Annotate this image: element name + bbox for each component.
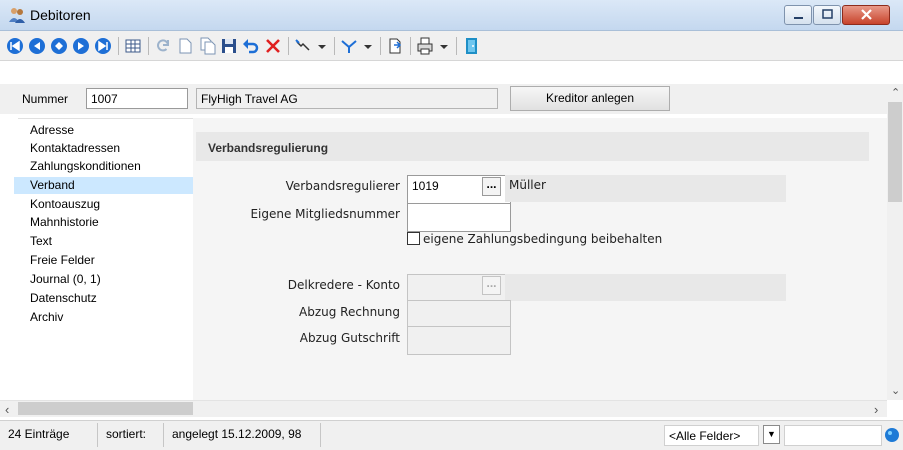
created-info: angelegt 15.12.2009, 98 xyxy=(172,427,302,441)
scroll-right-icon[interactable]: › xyxy=(874,402,878,417)
filter-icon[interactable] xyxy=(339,36,359,56)
mitgliedsnummer-input[interactable] xyxy=(407,203,511,232)
sort-label: sortiert: xyxy=(106,427,147,441)
save-icon[interactable] xyxy=(219,36,239,56)
undo-icon[interactable] xyxy=(241,36,261,56)
vertical-scroll-thumb[interactable] xyxy=(888,102,902,202)
table-view-icon[interactable] xyxy=(123,36,143,56)
window-title: Debitoren xyxy=(30,7,91,23)
new-document-icon[interactable] xyxy=(175,36,195,56)
number-label: Nummer xyxy=(22,92,69,106)
nav-item-freie-felder[interactable]: Freie Felder xyxy=(14,252,193,269)
field-filter-select[interactable]: <Alle Felder> xyxy=(664,425,759,446)
scroll-up-icon[interactable]: ⌃ xyxy=(891,86,900,99)
toolbar xyxy=(0,31,903,61)
tools-icon[interactable] xyxy=(293,36,313,56)
section-nav: Adresse Kontaktadressen Zahlungskonditio… xyxy=(14,118,193,400)
minimize-button[interactable] xyxy=(784,5,812,25)
nav-item-verband[interactable]: Verband xyxy=(14,177,193,194)
abzug-rechnung-label: Abzug Rechnung xyxy=(299,305,400,319)
keep-payment-terms-checkbox[interactable] xyxy=(407,232,420,245)
nav-item-kontoauszug[interactable]: Kontoauszug xyxy=(14,196,193,213)
nav-item-zahlungskonditionen[interactable]: Zahlungskonditionen xyxy=(14,158,193,175)
verbandsregulierer-label: Verbandsregulierer xyxy=(285,179,400,193)
chevron-down-icon[interactable] xyxy=(316,36,328,56)
nav-item-datenschutz[interactable]: Datenschutz xyxy=(14,290,193,307)
abzug-gutschrift-input xyxy=(407,326,511,355)
search-input[interactable] xyxy=(784,425,882,446)
nav-item-journal[interactable]: Journal (0, 1) xyxy=(14,271,193,288)
abzug-rechnung-input xyxy=(407,300,511,329)
delkredere-lookup-button: ... xyxy=(482,276,501,295)
last-record-icon[interactable] xyxy=(93,36,113,56)
chevron-down-icon[interactable]: ▼ xyxy=(763,425,780,444)
nav-item-mahnhistorie[interactable]: Mahnhistorie xyxy=(14,214,193,231)
print-icon[interactable] xyxy=(415,36,435,56)
people-icon xyxy=(8,6,26,24)
create-creditor-button[interactable]: Kreditor anlegen xyxy=(510,86,670,111)
delkredere-name xyxy=(505,274,786,301)
verbandsregulierer-name: Müller xyxy=(505,175,786,202)
nav-item-text[interactable]: Text xyxy=(14,233,193,250)
entry-count: 24 Einträge xyxy=(8,427,70,441)
scroll-left-icon[interactable]: ‹ xyxy=(5,402,9,417)
section-title: Verbandsregulierung xyxy=(196,132,869,161)
copy-icon[interactable] xyxy=(197,36,217,56)
horizontal-scroll-thumb[interactable] xyxy=(18,402,193,415)
exit-icon[interactable] xyxy=(461,36,481,56)
chevron-down-icon[interactable] xyxy=(438,36,450,56)
previous-record-icon[interactable] xyxy=(27,36,47,56)
scroll-down-icon[interactable]: ⌄ xyxy=(891,384,900,397)
delkredere-label: Delkredere - Konto xyxy=(287,278,400,292)
nav-item-adresse[interactable]: Adresse xyxy=(14,122,193,139)
next-page-icon[interactable] xyxy=(71,36,91,56)
first-record-icon[interactable] xyxy=(5,36,25,56)
maximize-button[interactable] xyxy=(813,5,841,25)
nav-item-archiv[interactable]: Archiv xyxy=(14,309,193,326)
close-button[interactable] xyxy=(842,5,890,25)
mitgliedsnummer-label: Eigene Mitgliedsnummer xyxy=(250,207,400,221)
refresh-icon[interactable] xyxy=(153,36,173,56)
abzug-gutschrift-label: Abzug Gutschrift xyxy=(299,331,400,345)
next-record-icon[interactable] xyxy=(49,36,69,56)
delete-icon[interactable] xyxy=(263,36,283,56)
verbandsregulierer-lookup-button[interactable]: ... xyxy=(482,177,501,196)
keep-payment-terms-label: eigene Zahlungsbedingung beibehalten xyxy=(423,232,663,246)
customer-name-field: FlyHigh Travel AG xyxy=(196,88,498,109)
number-input[interactable]: 1007 xyxy=(86,88,188,109)
nav-item-kontaktadressen[interactable]: Kontaktadressen xyxy=(14,140,193,157)
chevron-down-icon[interactable] xyxy=(362,36,374,56)
export-icon[interactable] xyxy=(385,36,405,56)
title-bar xyxy=(0,0,903,31)
globe-icon[interactable] xyxy=(884,427,900,443)
